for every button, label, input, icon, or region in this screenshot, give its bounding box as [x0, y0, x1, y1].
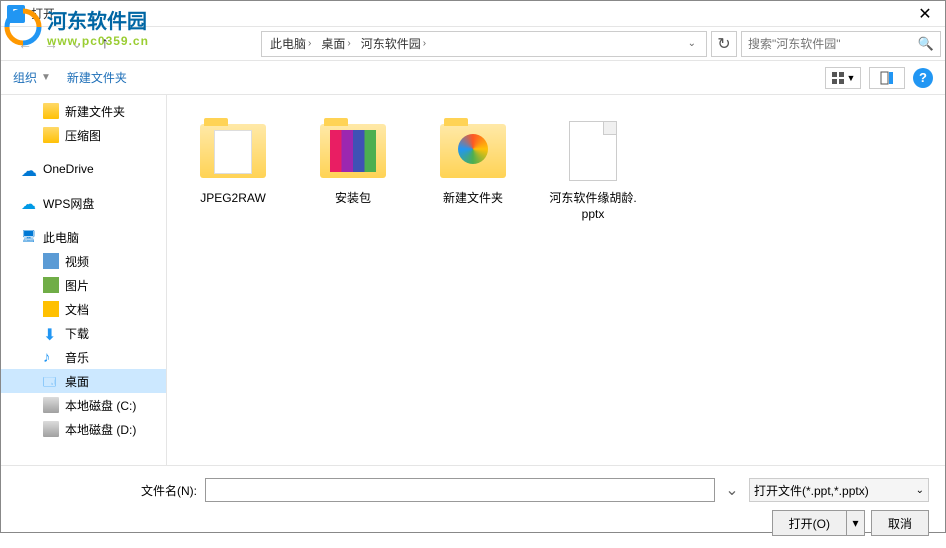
- sidebar-item-disk[interactable]: 本地磁盘 (D:): [1, 417, 166, 441]
- breadcrumb-item[interactable]: 河东软件园›: [357, 35, 432, 52]
- breadcrumb-item[interactable]: 桌面›: [317, 35, 356, 52]
- sidebar-item-label: 下载: [65, 325, 89, 342]
- sidebar[interactable]: 新建文件夹压缩图 ☁OneDrive ☁WPS网盘 🖥此电脑视频图片文档 ⬇下载♪音乐🗔…: [1, 95, 167, 465]
- sidebar-item-label: 文档: [65, 301, 89, 318]
- file-item[interactable]: 河东软件缘胡龄.pptx: [543, 111, 643, 226]
- footer: 文件名(N): ⌄ 打开文件(*.ppt,*.pptx)⌄ 打开(O) ▾ 取消: [1, 465, 945, 548]
- main-area: 新建文件夹压缩图☁OneDrive☁WPS网盘🖥此电脑视频图片文档⬇下载♪音乐🗔…: [1, 95, 945, 465]
- search-icon[interactable]: 🔍: [918, 36, 934, 52]
- sidebar-item-label: 本地磁盘 (D:): [65, 421, 136, 438]
- sidebar-item-doc[interactable]: 文档: [1, 297, 166, 321]
- file-thumb: [317, 115, 389, 187]
- open-dropdown[interactable]: ▾: [847, 510, 865, 536]
- filetype-select[interactable]: 打开文件(*.ppt,*.pptx)⌄: [749, 478, 929, 502]
- app-icon: P: [7, 5, 25, 23]
- toolbar: 组织▼ 新建文件夹 ▼ ?: [1, 61, 945, 95]
- sidebar-item-label: 本地磁盘 (C:): [65, 397, 136, 414]
- file-label: 河东软件缘胡龄.pptx: [547, 191, 639, 222]
- breadcrumb-item[interactable]: 此电脑›: [266, 35, 317, 52]
- filename-dropdown[interactable]: ⌄: [723, 480, 741, 500]
- breadcrumb-dropdown[interactable]: ⌄: [682, 38, 702, 49]
- sidebar-item-label: 音乐: [65, 349, 89, 366]
- sidebar-item-pc[interactable]: 🖥此电脑: [1, 225, 166, 249]
- view-mode-button[interactable]: ▼: [825, 67, 861, 89]
- sidebar-item-label: 桌面: [65, 373, 89, 390]
- sidebar-item-disk[interactable]: 本地磁盘 (C:): [1, 393, 166, 417]
- titlebar: P 打开 ✕: [1, 1, 945, 27]
- sidebar-item-label: OneDrive: [43, 162, 94, 176]
- sidebar-item-dl[interactable]: ⬇下载: [1, 321, 166, 345]
- organize-menu[interactable]: 组织▼: [13, 69, 51, 86]
- file-label: JPEG2RAW: [200, 191, 266, 207]
- sidebar-item-label: 压缩图: [65, 127, 101, 144]
- sidebar-item-folder[interactable]: 压缩图: [1, 123, 166, 147]
- close-button[interactable]: ✕: [905, 1, 945, 27]
- sidebar-item-video[interactable]: 视频: [1, 249, 166, 273]
- file-thumb: [197, 115, 269, 187]
- new-folder-button[interactable]: 新建文件夹: [67, 69, 127, 86]
- file-list[interactable]: JPEG2RAW 安装包 新建文件夹 河东软件缘胡龄.pptx: [167, 95, 945, 465]
- sidebar-item-music[interactable]: ♪音乐: [1, 345, 166, 369]
- sidebar-item-pic[interactable]: 图片: [1, 273, 166, 297]
- sidebar-item-onedrive[interactable]: ☁OneDrive: [1, 157, 166, 181]
- nav-back-button[interactable]: ←: [13, 32, 37, 56]
- file-label: 新建文件夹: [443, 191, 503, 207]
- file-item[interactable]: 安装包: [303, 111, 403, 211]
- sidebar-item-desktop[interactable]: 🗔桌面: [1, 369, 166, 393]
- file-thumb: [557, 115, 629, 187]
- file-item[interactable]: 新建文件夹: [423, 111, 523, 211]
- filename-label: 文件名(N):: [17, 482, 197, 499]
- open-button[interactable]: 打开(O): [772, 510, 847, 536]
- refresh-button[interactable]: ↻: [711, 31, 737, 57]
- nav-recent-button[interactable]: ⌄: [65, 32, 89, 56]
- nav-up-button[interactable]: ↑: [93, 32, 117, 56]
- help-button[interactable]: ?: [913, 68, 933, 88]
- file-thumb: [437, 115, 509, 187]
- sidebar-item-label: 此电脑: [43, 229, 79, 246]
- breadcrumb[interactable]: 此电脑› 桌面› 河东软件园› ⌄: [261, 31, 707, 57]
- nav-forward-button[interactable]: →: [39, 32, 63, 56]
- sidebar-item-label: WPS网盘: [43, 195, 94, 212]
- file-label: 安装包: [335, 191, 371, 207]
- sidebar-item-label: 视频: [65, 253, 89, 270]
- file-item[interactable]: JPEG2RAW: [183, 111, 283, 211]
- cancel-button[interactable]: 取消: [871, 510, 929, 536]
- navbar: ← → ⌄ ↑ 此电脑› 桌面› 河东软件园› ⌄ ↻ 🔍: [1, 27, 945, 61]
- sidebar-item-label: 图片: [65, 277, 89, 294]
- sidebar-item-label: 新建文件夹: [65, 103, 125, 120]
- search-input[interactable]: [748, 37, 918, 51]
- search-box[interactable]: 🔍: [741, 31, 941, 57]
- sidebar-item-wps[interactable]: ☁WPS网盘: [1, 191, 166, 215]
- sidebar-item-folder[interactable]: 新建文件夹: [1, 99, 166, 123]
- window-title: 打开: [31, 5, 905, 22]
- filename-input[interactable]: [205, 478, 715, 502]
- preview-pane-button[interactable]: [869, 67, 905, 89]
